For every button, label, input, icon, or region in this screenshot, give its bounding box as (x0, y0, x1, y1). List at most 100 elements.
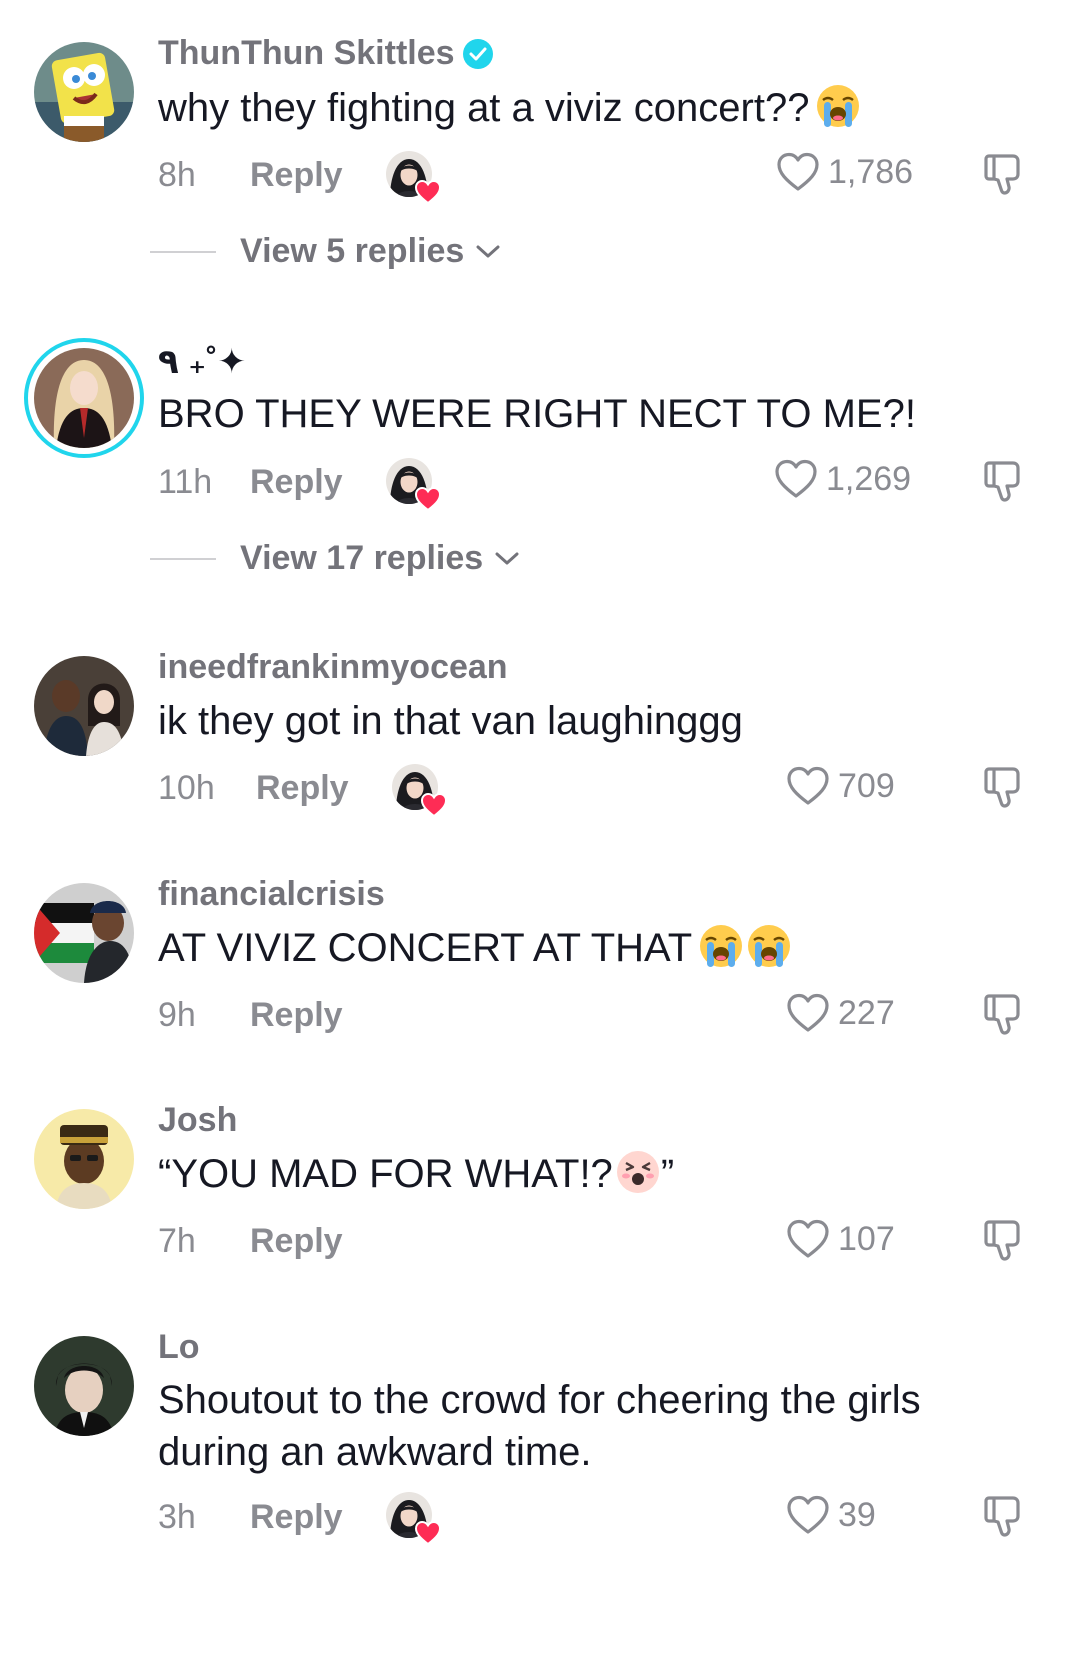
comment-text-body: “YOU MAD FOR WHAT!? (158, 1152, 613, 1196)
thumbs-down-icon[interactable] (980, 1492, 1028, 1540)
comment-meta: 3h Reply (158, 1492, 343, 1542)
heart-outline-icon (786, 765, 830, 807)
comment-username[interactable]: Lo (158, 1328, 200, 1367)
reply-button[interactable]: Reply (250, 1498, 343, 1537)
username-text: ThunThun Skittles (158, 34, 455, 72)
heart-outline-icon (786, 992, 830, 1034)
comment-timestamp: 10h (158, 768, 215, 807)
thumbs-down-icon[interactable] (980, 1216, 1028, 1264)
creator-liked-badge (386, 151, 438, 203)
comment-timestamp: 7h (158, 1221, 196, 1260)
like-button[interactable]: 107 (786, 1218, 895, 1260)
comment-text-body: why they fighting at a viviz concert?? (158, 86, 810, 130)
username-text: Lo (158, 1328, 200, 1366)
comment-meta: 9h Reply (158, 990, 343, 1040)
reply-button[interactable]: Reply (256, 769, 349, 808)
comment-text: AT VIVIZ CONCERT AT THAT (158, 922, 792, 974)
comment-text: BRO THEY WERE RIGHT NECT TO ME?! (158, 388, 916, 440)
comment-timestamp: 9h (158, 995, 196, 1034)
like-button[interactable]: 39 (786, 1494, 876, 1536)
avatar[interactable] (34, 883, 134, 983)
comment-username[interactable]: financialcrisis (158, 875, 385, 914)
comment-meta: 8h Reply (158, 150, 343, 200)
comment-text-body: ik they got in that van laughinggg (158, 699, 743, 743)
red-heart-icon (414, 179, 442, 205)
loudly-crying-face-emoji-icon (815, 83, 861, 129)
comment-text: “YOU MAD FOR WHAT!? ” (158, 1148, 674, 1200)
tired-face-emoji-icon (615, 1149, 661, 1195)
comment-timestamp: 11h (158, 462, 213, 501)
like-count: 107 (838, 1219, 895, 1258)
comment-text-body: Shoutout to the crowd for cheering the g… (158, 1378, 921, 1474)
group-photo-avatar-image (34, 656, 134, 756)
comment-timestamp: 8h (158, 155, 196, 194)
view-replies-label: View 17 replies (240, 539, 484, 577)
username-text: Josh (158, 1101, 238, 1139)
like-button[interactable]: 227 (786, 992, 895, 1034)
view-replies-button[interactable]: View 5 replies (150, 232, 502, 271)
comment-text-body: AT VIVIZ CONCERT AT THAT (158, 926, 693, 970)
avatar-with-story-ring[interactable] (24, 338, 144, 458)
like-count: 1,269 (826, 459, 912, 498)
heart-outline-icon (786, 1218, 830, 1260)
comment-username[interactable]: ineedfrankinmyocean (158, 648, 508, 687)
comment-timestamp: 3h (158, 1497, 196, 1536)
like-count: 39 (838, 1495, 876, 1534)
man-portrait-avatar-image (34, 1336, 134, 1436)
avatar[interactable] (34, 1109, 134, 1209)
cartoon-man-avatar-image (34, 1109, 134, 1209)
replies-divider-line (150, 557, 216, 560)
comment-meta: 7h Reply (158, 1216, 343, 1266)
flag-photo-avatar-image (34, 883, 134, 983)
heart-outline-icon (776, 151, 820, 193)
loudly-crying-face-emoji-icon (746, 923, 792, 969)
like-count: 227 (838, 993, 895, 1032)
view-replies-label: View 5 replies (240, 232, 465, 270)
comment-text: Shoutout to the crowd for cheering the g… (158, 1374, 1038, 1478)
username-text: ineedfrankinmyocean (158, 648, 508, 686)
comment-username[interactable]: Josh (158, 1101, 237, 1140)
comment-meta: 11h Reply (158, 457, 343, 507)
chevron-down-icon (493, 550, 521, 568)
like-button[interactable]: 1,269 (774, 458, 911, 500)
red-heart-icon (414, 1520, 442, 1546)
loudly-crying-face-emoji-icon (698, 923, 744, 969)
view-replies-button[interactable]: View 17 replies (150, 539, 521, 578)
heart-outline-icon (774, 458, 818, 500)
replies-divider-line (150, 250, 216, 253)
girl-avatar-image (34, 348, 134, 448)
reply-button[interactable]: Reply (250, 996, 343, 1035)
comment-username[interactable]: ThunThun Skittles (158, 34, 493, 73)
reply-button[interactable]: Reply (250, 156, 343, 195)
heart-outline-icon (786, 1494, 830, 1536)
thumbs-down-icon[interactable] (980, 457, 1028, 505)
comment-text-closing-quote: ” (660, 1152, 675, 1196)
creator-liked-badge (386, 1492, 438, 1544)
verified-check-icon (462, 38, 493, 69)
avatar[interactable] (34, 656, 134, 756)
comment-meta: 10h Reply (158, 763, 349, 813)
comment-username[interactable]: ٩ ₊˚✦ (158, 342, 246, 382)
like-button[interactable]: 709 (786, 765, 895, 807)
red-heart-icon (414, 486, 442, 512)
comment-text: why they fighting at a viviz concert?? (158, 82, 861, 134)
creator-liked-badge (392, 764, 444, 816)
chevron-down-icon (474, 243, 502, 261)
reply-button[interactable]: Reply (250, 463, 343, 502)
avatar[interactable] (34, 1336, 134, 1436)
username-text: ٩ ₊˚✦ (158, 343, 246, 381)
username-text: financialcrisis (158, 875, 385, 913)
spongebob-avatar-image (34, 42, 134, 142)
creator-liked-badge (386, 458, 438, 510)
avatar[interactable] (34, 42, 134, 142)
comment-text-body: BRO THEY WERE RIGHT NECT TO ME?! (158, 392, 916, 436)
red-heart-icon (420, 792, 448, 818)
thumbs-down-icon[interactable] (980, 763, 1028, 811)
like-button[interactable]: 1,786 (776, 151, 913, 193)
reply-button[interactable]: Reply (250, 1222, 343, 1261)
like-count: 1,786 (828, 152, 914, 191)
like-count: 709 (838, 766, 895, 805)
thumbs-down-icon[interactable] (980, 990, 1028, 1038)
thumbs-down-icon[interactable] (980, 150, 1028, 198)
comment-text: ik they got in that van laughinggg (158, 695, 743, 747)
